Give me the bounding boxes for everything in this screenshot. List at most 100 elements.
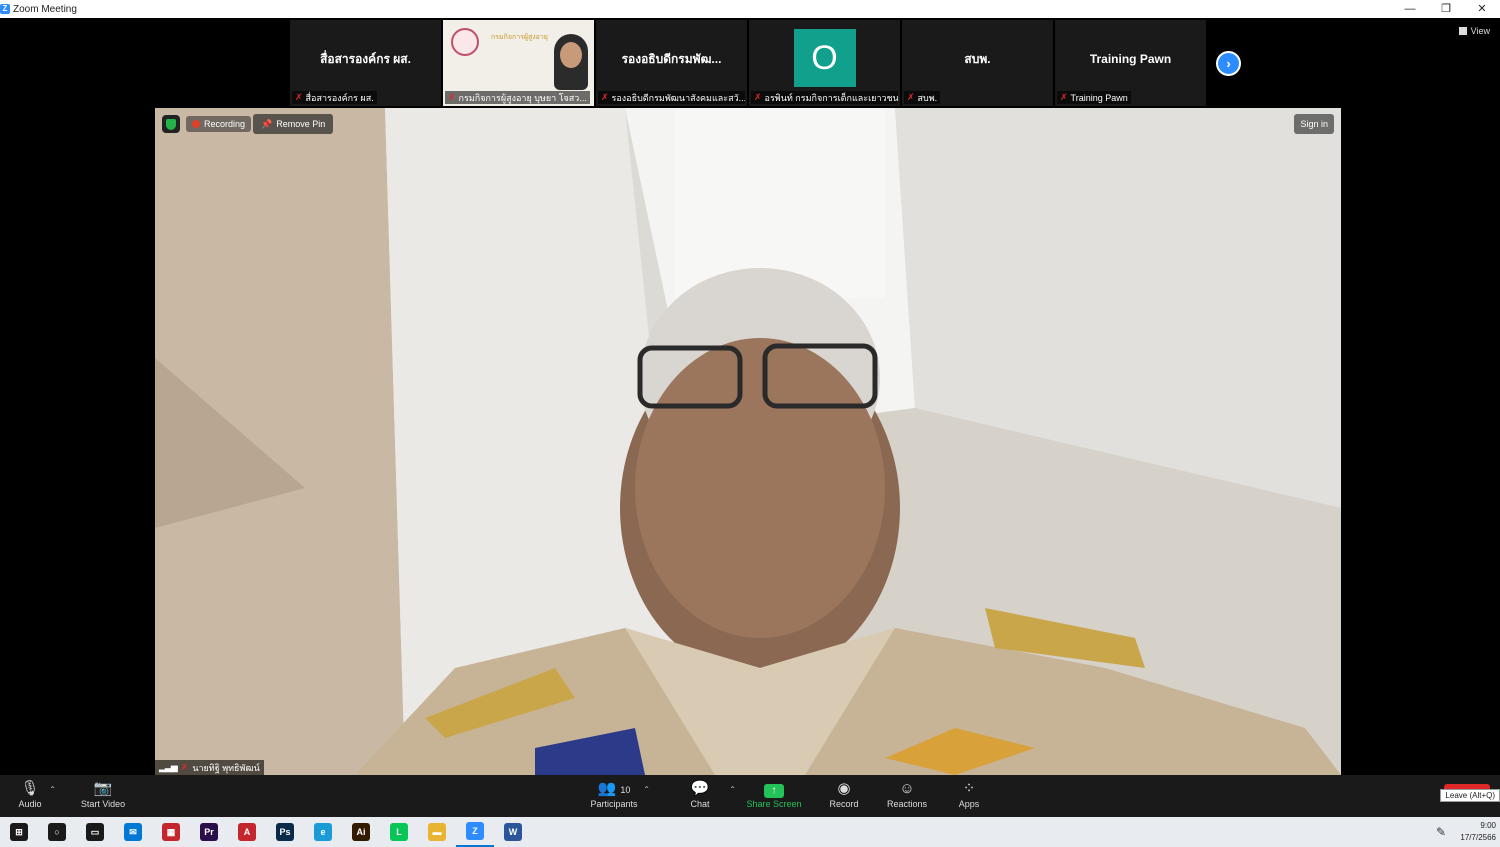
share-screen-button[interactable]: ↑ Share Screen [744, 779, 804, 809]
zoom-logo-icon: Z [0, 4, 10, 14]
line-icon: L [390, 823, 408, 841]
participant-label-text: กรมกิจการผู้สูงอายุ บุษยา โจสว... [458, 92, 587, 103]
taskbar-acrobat-button[interactable]: A [228, 817, 266, 847]
participant-label: ✗ Training Pawn [1057, 91, 1131, 104]
participant-label-text: อรพินท์ กรมกิจการเด็กและเยาวชน [764, 92, 898, 103]
reactions-button[interactable]: ☺ Reactions [877, 779, 937, 809]
apps-icon: ⁘ [962, 780, 976, 797]
apps-button[interactable]: ⁘ Apps [939, 779, 999, 809]
participant-label: ✗ อรพินท์ กรมกิจการเด็กและเยาวชน [751, 91, 898, 104]
mic-muted-icon: ✗ [448, 92, 456, 102]
system-clock[interactable]: 9:00 17/7/2566 [1460, 820, 1496, 844]
taskbar-photoshop-button[interactable]: Ps [266, 817, 304, 847]
leave-tooltip: Leave (Alt+Q) [1440, 789, 1500, 802]
speaker-name-label: ▂▃▅ ✗ นายทิฐิ พุทธิพัฒน์ [155, 760, 264, 775]
participant-label: ✗ สื่อสารองค์กร ผส. [292, 91, 377, 104]
chevron-right-icon: › [1226, 56, 1231, 71]
acrobat-icon: A [238, 823, 256, 841]
participant-count: 10 [620, 785, 631, 795]
participant-tile[interactable]: Training Pawn ✗ Training Pawn [1055, 20, 1206, 106]
chevron-up-icon[interactable]: ⌃ [643, 785, 650, 794]
participant-label: ✗ กรมกิจการผู้สูงอายุ บุษยา โจสว... [445, 91, 590, 104]
chat-button[interactable]: 💬 Chat ⌃ [670, 779, 736, 809]
taskbar-search-button[interactable]: ○ [38, 817, 76, 847]
start-icon: ⊞ [10, 823, 28, 841]
window-controls: — ❐ ✕ [1392, 0, 1500, 18]
participant-label: ✗ สบพ. [904, 91, 941, 104]
taskbar-mail-button[interactable]: ✉ [114, 817, 152, 847]
participants-icon: 👥 10 [597, 780, 631, 797]
title-bar: Z Zoom Meeting — ❐ ✕ [0, 0, 1500, 18]
participant-name-large: สบพ. [964, 51, 991, 66]
word-icon: W [504, 823, 522, 841]
photoshop-icon: Ps [276, 823, 294, 841]
mic-muted-icon: ✗ [1060, 92, 1068, 102]
taskbar-word-button[interactable]: W [494, 817, 532, 847]
taskbar-premiere-button[interactable]: Pr [190, 817, 228, 847]
taskbar-zoom-button[interactable]: Z [456, 817, 494, 847]
next-page-button[interactable]: › [1216, 51, 1241, 76]
taskbar-explorer-button[interactable]: ▬ [418, 817, 456, 847]
sign-in-label: Sign in [1300, 119, 1328, 129]
meeting-area: สื่อสารองค์กร ผส. ✗ สื่อสารองค์กร ผส. กรม… [0, 18, 1500, 775]
chevron-up-icon[interactable]: ⌃ [729, 785, 736, 794]
taskbar-start-button[interactable]: ⊞ [0, 817, 38, 847]
recording-indicator[interactable]: Recording [186, 116, 252, 132]
video-off-icon: 📷 [93, 780, 113, 797]
participants-button[interactable]: 👥 10 Participants ⌃ [584, 779, 650, 809]
participant-tile[interactable]: O ✗ อรพินท์ กรมกิจการเด็กและเยาวชน [749, 20, 900, 106]
reactions-icon: ☺ [899, 780, 915, 797]
taskbar-store-button[interactable]: ▦ [152, 817, 190, 847]
windows-taskbar: ⊞ ○ ▭ ✉ ▦ Pr A Ps e Ai L ▬ Z W ✎ 9:00 17/7/2566 [0, 817, 1500, 847]
view-button[interactable]: View [1458, 26, 1490, 36]
record-button[interactable]: ◉ Record [814, 779, 874, 809]
speaker-name-text: นายทิฐิ พุทธิพัฒน์ [192, 762, 260, 773]
mic-muted-icon: ✗ [295, 92, 303, 102]
share-screen-icon: ↑ [764, 784, 784, 798]
pin-icon: 📌 [261, 118, 273, 129]
participant-face [560, 42, 582, 68]
close-button[interactable]: ✕ [1464, 0, 1500, 18]
edge-icon: e [314, 823, 332, 841]
participant-tile[interactable]: กรมกิจการผู้สูงอายุ ✗ กรมกิจการผู้สูงอายุ… [443, 20, 594, 106]
search-icon: ○ [48, 823, 66, 841]
seal-icon [451, 28, 479, 56]
participant-label: ✗ รองอธิบดีกรมพัฒนาสังคมและสวั... [598, 91, 745, 104]
participant-tile[interactable]: สื่อสารองค์กร ผส. ✗ สื่อสารองค์กร ผส. [290, 20, 441, 106]
remove-pin-label: Remove Pin [276, 119, 326, 129]
encryption-shield-icon[interactable] [162, 115, 180, 133]
reactions-label: Reactions [886, 799, 928, 809]
participant-label-text: Training Pawn [1070, 92, 1128, 103]
share-screen-label: Share Screen [746, 799, 802, 809]
signal-bars-icon: ▂▃▅ [159, 762, 178, 772]
sign-in-button[interactable]: Sign in [1294, 114, 1334, 134]
taskbar-line-button[interactable]: L [380, 817, 418, 847]
background-text: กรมกิจการผู้สูงอายุ [491, 34, 548, 41]
store-icon: ▦ [162, 823, 180, 841]
premiere-icon: Pr [200, 823, 218, 841]
active-speaker-video: Recording 📌 Remove Pin Sign in ▂▃▅ ✗ นายท… [155, 108, 1341, 775]
participant-label-text: รองอธิบดีกรมพัฒนาสังคมและสวั... [611, 92, 745, 103]
taskbar-taskview-button[interactable]: ▭ [76, 817, 114, 847]
participant-label-text: สบพ. [917, 92, 938, 103]
participant-label-text: สื่อสารองค์กร ผส. [305, 92, 374, 103]
window-title: Zoom Meeting [13, 3, 77, 15]
zoom-icon: Z [466, 822, 484, 840]
start-video-button[interactable]: 📷 Start Video [73, 779, 133, 809]
participant-tile[interactable]: สบพ. ✗ สบพ. [902, 20, 1053, 106]
meeting-toolbar: 🎙 Audio ⌃ 📷 Start Video 👥 10 Participant… [0, 775, 1500, 817]
mic-muted-icon: ✗ [907, 92, 915, 102]
chevron-up-icon[interactable]: ⌃ [49, 785, 56, 794]
minimize-button[interactable]: — [1392, 0, 1428, 18]
taskbar-edge-button[interactable]: e [304, 817, 342, 847]
remove-pin-button[interactable]: 📌 Remove Pin [253, 114, 334, 134]
restore-button[interactable]: ❐ [1428, 0, 1464, 18]
chat-label: Chat [690, 799, 710, 809]
start-video-label: Start Video [80, 799, 126, 809]
participant-tile[interactable]: รองอธิบดีกรมพัฒ... ✗ รองอธิบดีกรมพัฒนาสัง… [596, 20, 747, 106]
audio-button[interactable]: 🎙 Audio ⌃ [0, 779, 60, 809]
record-label: Record [829, 799, 859, 809]
taskbar-illustrator-button[interactable]: Ai [342, 817, 380, 847]
pen-icon[interactable]: ✎ [1436, 825, 1446, 839]
gallery-strip: สื่อสารองค์กร ผส. ✗ สื่อสารองค์กร ผส. กรม… [290, 20, 1208, 106]
